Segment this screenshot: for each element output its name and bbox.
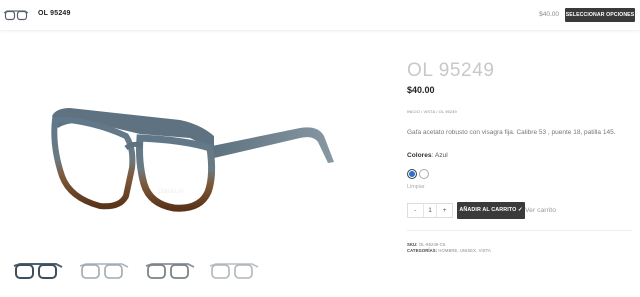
- product-price: $40.00: [407, 85, 435, 95]
- thumbnail-strip: [0, 250, 388, 290]
- view-cart-link[interactable]: Ver carrito: [525, 207, 556, 214]
- svg-text:Odin&Lyn: Odin&Lyn: [158, 189, 184, 195]
- color-label-key: Colores: [407, 152, 432, 159]
- glasses-grey-thumb-icon[interactable]: [144, 258, 196, 282]
- quantity-minus-button[interactable]: -: [408, 204, 423, 217]
- color-label-value: : Azul: [431, 152, 448, 159]
- product-title: OL 95249: [407, 60, 495, 81]
- quantity-input[interactable]: 1: [422, 204, 438, 217]
- categories-value[interactable]: HOMBRE, UNISEX, VISTA: [438, 248, 491, 253]
- categories-line: CATEGORÍAS: HOMBRE, UNISEX, VISTA: [407, 248, 491, 253]
- glasses-light-thumb-icon[interactable]: [208, 258, 260, 282]
- sku-label: SKU:: [407, 242, 418, 247]
- breadcrumb[interactable]: INICIO / VISTA / OL 95249: [407, 109, 457, 114]
- add-to-cart-label: AÑADIR AL CARRITO: [459, 207, 517, 213]
- glasses-photo-icon: Odin&Lyn: [51, 108, 334, 212]
- quantity-plus-button[interactable]: +: [437, 204, 452, 217]
- glasses-thumbnail-icon[interactable]: [3, 8, 29, 22]
- quantity-stepper: - 1 +: [407, 203, 453, 218]
- divider: [407, 230, 632, 231]
- product-description: Gafa acetato robusto con visagra fija. C…: [407, 129, 616, 136]
- header-product-name: OL 95249: [38, 10, 71, 17]
- add-to-cart-button[interactable]: AÑADIR AL CARRITO ✓: [457, 202, 525, 219]
- glasses-blue-thumb-icon[interactable]: [12, 258, 64, 282]
- main-product-image[interactable]: Odin&Lyn: [0, 58, 388, 248]
- glasses-clear-thumb-icon[interactable]: [78, 258, 130, 282]
- sku-line: SKU: OL-95249-C5: [407, 242, 445, 247]
- check-icon: ✓: [518, 207, 523, 213]
- color-swatch-azul[interactable]: [407, 169, 417, 179]
- color-label: Colores: Azul: [407, 152, 448, 159]
- color-swatch-white[interactable]: [419, 169, 429, 179]
- product-info: OL 95249 $40.00 INICIO / VISTA / OL 9524…: [407, 0, 640, 297]
- clear-link[interactable]: Limpiar: [407, 184, 425, 190]
- categories-label: CATEGORÍAS:: [407, 248, 438, 253]
- sku-value: OL-95249-C5: [418, 242, 446, 247]
